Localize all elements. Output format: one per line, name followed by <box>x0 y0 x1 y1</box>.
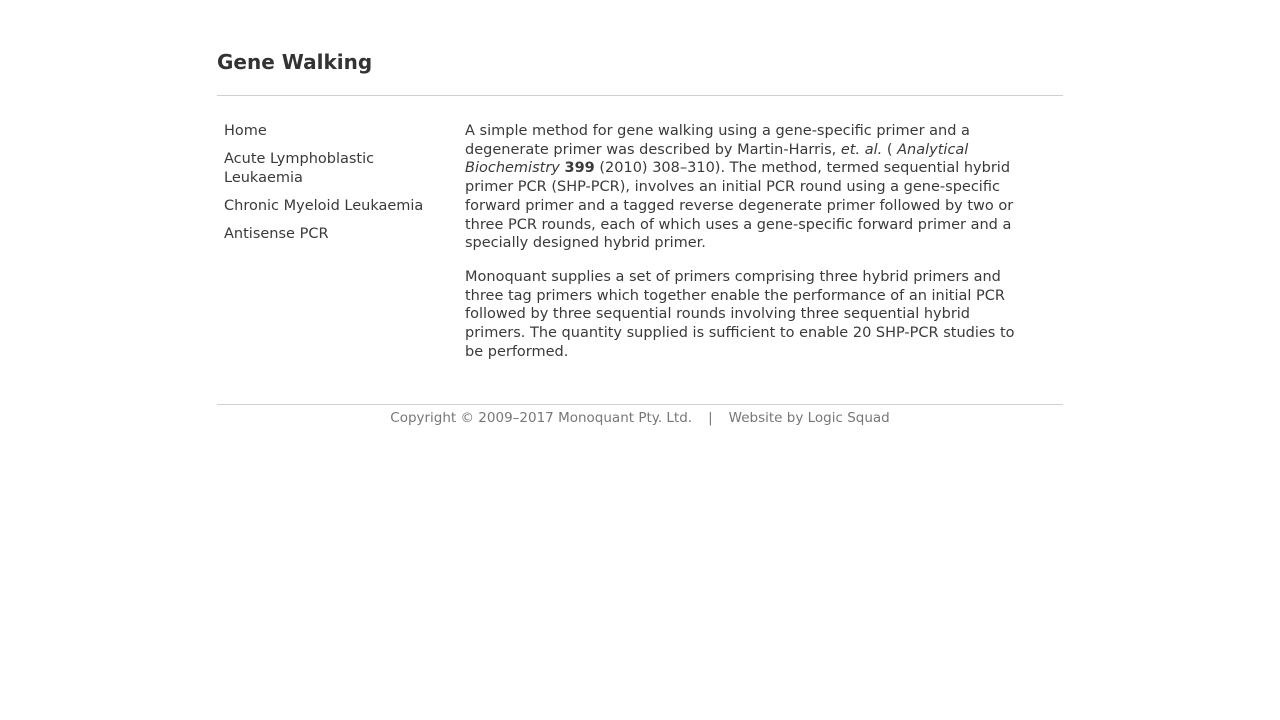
sidebar-item-antisense-pcr[interactable]: Antisense PCR <box>224 225 444 244</box>
main-content: A simple method for gene walking using a… <box>465 122 1017 376</box>
sidebar-item-acute-lymphoblastic-leukaemia[interactable]: Acute Lymphoblastic Leukaemia <box>224 150 444 187</box>
footer: Copyright © 2009–2017 Monoquant Pty. Ltd… <box>217 409 1063 427</box>
content-paragraph-1: A simple method for gene walking using a… <box>465 122 1017 253</box>
journal-volume: 399 <box>564 160 595 177</box>
sidebar-item-chronic-myeloid-leukaemia[interactable]: Chronic Myeloid Leukaemia <box>224 197 444 216</box>
website-credit-link[interactable]: Website by Logic Squad <box>729 410 890 426</box>
header-divider <box>217 95 1063 96</box>
sidebar-nav: Home Acute Lymphoblastic Leukaemia Chron… <box>224 122 444 253</box>
footer-separator: | <box>708 410 713 426</box>
paragraph-1-text-b: ( <box>882 141 898 158</box>
page-title: Gene Walking <box>217 50 373 74</box>
copyright-text: Copyright © 2009–2017 Monoquant Pty. Ltd… <box>390 410 693 426</box>
et-al-text: et. al. <box>840 141 883 158</box>
content-paragraph-2: Monoquant supplies a set of primers comp… <box>465 268 1015 360</box>
sidebar-item-home[interactable]: Home <box>224 122 444 141</box>
footer-divider <box>217 404 1063 405</box>
